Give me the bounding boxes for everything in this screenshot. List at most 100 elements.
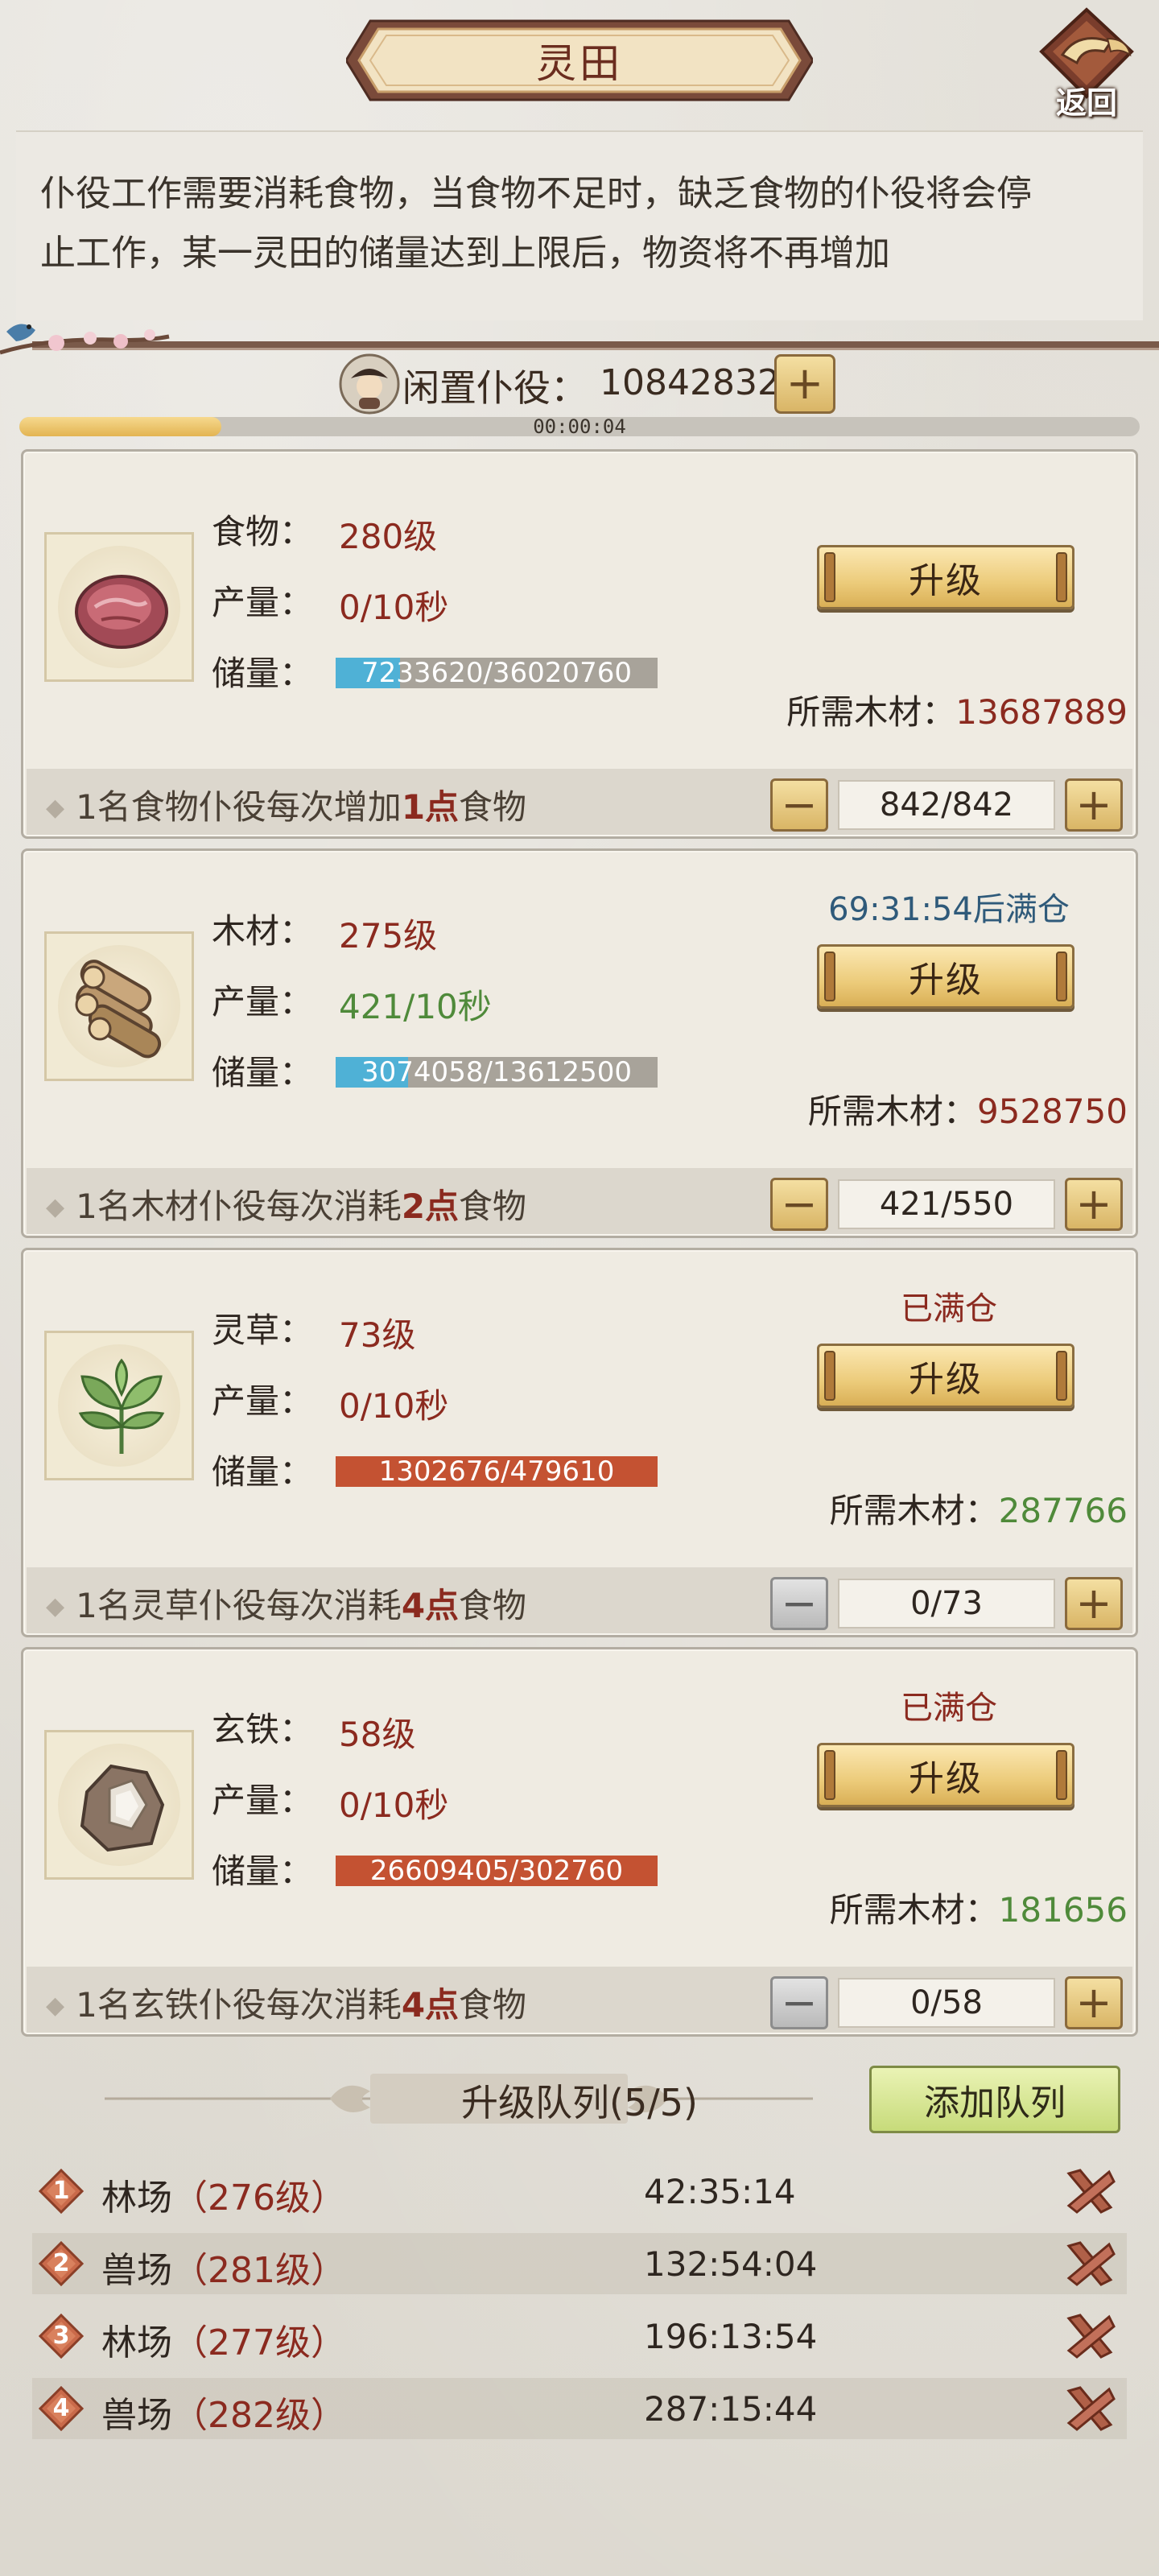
storage-bar: 26609405/302760: [336, 1856, 658, 1886]
production-label: 产量：: [212, 583, 314, 622]
rule-text-amount: 2点: [401, 1187, 460, 1226]
cross-icon[interactable]: [1062, 2238, 1119, 2289]
servant-quantity-field[interactable]: 0/58: [838, 1978, 1055, 2028]
page-title: 灵田: [536, 40, 623, 87]
servant-rule-text: ◆ 1名食物仆役每次增加1点食物: [46, 780, 526, 829]
diamond-icon: ◆: [46, 1992, 65, 2020]
queue-time-remaining: 42:35:14: [644, 2172, 796, 2211]
queue-index-badge: 3: [38, 2313, 85, 2359]
rule-text-suffix: 食物: [459, 1985, 527, 2025]
upgrade-button[interactable]: 升级: [817, 944, 1074, 1009]
resource-card-4: 玄铁： 58级 产量： 0/10秒 储量： 26609405/302760 已满…: [21, 1647, 1138, 2037]
servant-rule-text: ◆ 1名灵草仆役每次消耗4点食物: [46, 1579, 526, 1628]
queue-index-badge: 2: [38, 2240, 85, 2287]
servant-quantity-field[interactable]: 421/550: [838, 1179, 1055, 1229]
cross-icon[interactable]: [1062, 2165, 1119, 2217]
wood-cost: 所需木材：9528750: [808, 1084, 1128, 1133]
production-label: 产量：: [212, 1381, 314, 1421]
servant-rule-text: ◆ 1名木材仆役每次消耗2点食物: [46, 1179, 526, 1228]
queue-row: 4 兽场（282级） 287:15:44: [32, 2378, 1127, 2439]
upgrade-button-label: 升级: [909, 560, 983, 601]
wood-cost-value: 13687889: [955, 692, 1128, 732]
production-label: 产量：: [212, 1781, 314, 1820]
increase-servants-button[interactable]: +: [1065, 1577, 1123, 1630]
decrease-servants-button[interactable]: −: [770, 778, 828, 832]
queue-index: 2: [52, 2249, 70, 2277]
resource-card-1: 食物： 280级 产量： 0/10秒 储量： 7233620/36020760 …: [21, 449, 1138, 839]
wood-cost-value: 9528750: [976, 1092, 1128, 1131]
queue-building-name: 兽场: [101, 2250, 172, 2291]
storage-bar: 7233620/36020760: [336, 658, 658, 688]
storage-label: 储量：: [212, 654, 314, 693]
decrease-servants-button[interactable]: −: [770, 1178, 828, 1231]
wood-cost-label: 所需木材：: [829, 1491, 999, 1530]
upgrade-button[interactable]: 升级: [817, 545, 1074, 609]
wood-cost: 所需木材：287766: [830, 1484, 1128, 1533]
description-panel: 仆役工作需要消耗食物，当食物不足时，缺乏食物的仆役将会停 止工作，某一灵田的储量…: [16, 130, 1143, 320]
queue-time-remaining: 287:15:44: [644, 2389, 818, 2429]
title-banner: 灵田: [344, 18, 815, 103]
upgrade-button-label: 升级: [909, 1359, 983, 1400]
queue-index: 1: [52, 2177, 70, 2205]
resource-icon-frame: [44, 532, 194, 682]
idle-servants-count: 10842832: [600, 362, 780, 403]
increase-servants-button[interactable]: +: [1065, 1178, 1123, 1231]
storage-value: 7233620/36020760: [361, 658, 632, 688]
description-line-1: 仆役工作需要消耗食物，当食物不足时，缺乏食物的仆役将会停: [40, 173, 1032, 214]
queue-building: 林场（277级）: [101, 2314, 346, 2365]
herb-leaf-icon: [78, 1358, 165, 1454]
wood-cost: 所需木材：181656: [830, 1883, 1128, 1932]
description-text: 仆役工作需要消耗食物，当食物不足时，缺乏食物的仆役将会停 止工作，某一灵田的储量…: [40, 164, 1127, 283]
increase-servants-button[interactable]: +: [1065, 1976, 1123, 2029]
cross-icon[interactable]: [1062, 2383, 1119, 2434]
back-button[interactable]: 返回: [1030, 6, 1143, 127]
add-queue-button[interactable]: 添加队列: [869, 2066, 1120, 2133]
rule-text-amount: 1点: [401, 787, 460, 827]
storage-value: 1302676/479610: [378, 1456, 615, 1487]
resource-icon-frame: [44, 1331, 194, 1480]
decrease-servants-button[interactable]: −: [770, 1577, 828, 1630]
servant-avatar-icon: [339, 353, 400, 415]
servant-quantity-field[interactable]: 842/842: [838, 780, 1055, 830]
resource-level: 275级: [339, 916, 438, 956]
queue-building-name: 林场: [101, 2178, 172, 2219]
log-pile-icon: [75, 960, 162, 1059]
production-label: 产量：: [212, 982, 314, 1022]
queue-index: 3: [52, 2322, 70, 2350]
queue-building: 林场（276级）: [101, 2169, 346, 2220]
resource-card-2: 木材： 275级 产量： 421/10秒 储量： 3074058/1361250…: [21, 848, 1138, 1238]
cross-icon[interactable]: [1062, 2310, 1119, 2362]
queue-building-level: （282级）: [172, 2395, 346, 2436]
diamond-icon: ◆: [46, 1193, 65, 1221]
queue-time-remaining: 132:54:04: [644, 2244, 818, 2284]
description-line-2: 止工作，某一灵田的储量达到上限后，物资将不再增加: [40, 233, 890, 274]
rule-text-prefix: 1名食物仆役每次增加: [76, 787, 402, 827]
storage-value: 26609405/302760: [369, 1856, 624, 1886]
upgrade-button[interactable]: 升级: [817, 1344, 1074, 1408]
queue-row: 1 林场（276级） 42:35:14: [32, 2161, 1127, 2222]
wood-cost-label: 所需木材：: [786, 692, 956, 732]
storage-status: 已满仓: [901, 1290, 997, 1327]
storage-bar: 3074058/13612500: [336, 1057, 658, 1088]
production-value: 0/10秒: [339, 1386, 449, 1426]
decrease-servants-button[interactable]: −: [770, 1976, 828, 2029]
card-footer: ◆ 1名玄铁仆役每次消耗4点食物 − 0/58 +: [27, 1967, 1132, 2033]
card-footer: ◆ 1名灵草仆役每次消耗4点食物 − 0/73 +: [27, 1567, 1132, 1633]
branch-divider: [0, 324, 1159, 355]
add-servants-button[interactable]: +: [774, 354, 835, 414]
resource-name: 食物：: [212, 512, 314, 551]
queue-building: 兽场（282级）: [101, 2386, 346, 2438]
resource-icon-frame: [44, 931, 194, 1081]
servant-quantity-field[interactable]: 0/73: [838, 1579, 1055, 1629]
increase-servants-button[interactable]: +: [1065, 778, 1123, 832]
queue-time-remaining: 196:13:54: [644, 2317, 818, 2356]
queue-building-level: （277级）: [172, 2322, 346, 2363]
upgrade-button[interactable]: 升级: [817, 1743, 1074, 1807]
queue-index-badge: 4: [38, 2385, 85, 2432]
storage-status: 已满仓: [901, 1690, 997, 1727]
wood-cost-value: 287766: [998, 1491, 1128, 1530]
storage-status: 69:31:54后满仓: [828, 891, 1070, 928]
resource-name: 灵草：: [212, 1311, 314, 1350]
iron-ore-icon: [80, 1764, 165, 1852]
rule-text-suffix: 食物: [459, 787, 527, 827]
